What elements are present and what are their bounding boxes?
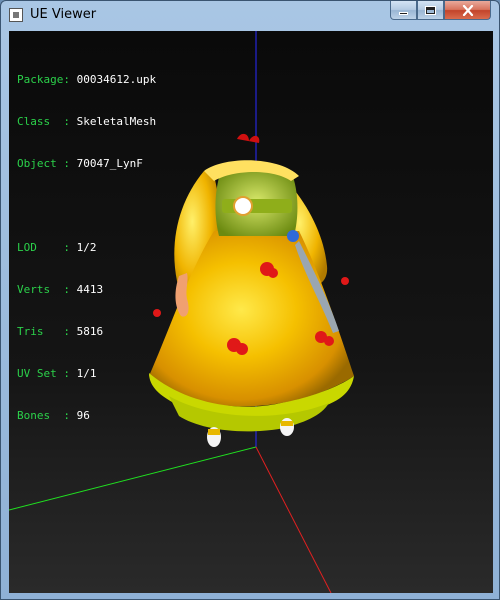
info-row-bones: Bones : 96 xyxy=(17,409,156,423)
info-separator: : xyxy=(56,367,77,380)
info-label: Package xyxy=(17,73,64,86)
info-separator: : xyxy=(50,115,77,128)
info-separator: : xyxy=(36,241,77,254)
app-icon[interactable] xyxy=(9,8,23,22)
info-row-lod: LOD : 1/2 xyxy=(17,241,156,255)
info-label: Class xyxy=(17,115,51,128)
info-value: SkeletalMesh xyxy=(76,115,157,128)
info-row-object: Object : 70047_LynF xyxy=(17,157,156,171)
info-label: LOD xyxy=(17,241,37,254)
info-spacer xyxy=(17,199,156,213)
window-title: UE Viewer xyxy=(30,7,97,22)
info-value: 5816 xyxy=(76,325,104,338)
info-value: 4413 xyxy=(76,283,104,296)
info-label: Object xyxy=(17,157,57,170)
info-label: UV Set xyxy=(17,367,57,380)
maximize-button[interactable] xyxy=(417,1,444,20)
app-window: UE Viewer Package: 00034612.upk Class: … xyxy=(0,0,500,600)
y-axis xyxy=(9,446,257,511)
info-separator: : xyxy=(50,409,77,422)
info-separator: : xyxy=(43,325,77,338)
close-icon xyxy=(462,4,473,16)
info-value: 00034612.upk xyxy=(76,73,157,86)
info-label: Bones xyxy=(17,409,51,422)
info-row-uvset: UV Set : 1/1 xyxy=(17,367,156,381)
character-model xyxy=(149,133,354,447)
info-value: 70047_LynF xyxy=(76,157,143,170)
mesh-info-panel: Package: 00034612.upk Class : SkeletalMe… xyxy=(17,45,156,451)
info-value: 96 xyxy=(76,409,90,422)
info-value: 1/1 xyxy=(76,367,97,380)
x-axis xyxy=(255,446,332,593)
info-separator: : xyxy=(56,157,77,170)
close-button[interactable] xyxy=(444,1,491,20)
info-row-verts: Verts : 4413 xyxy=(17,283,156,297)
3d-viewport[interactable]: Package: 00034612.upk Class : SkeletalMe… xyxy=(9,31,493,593)
info-row-package: Package: 00034612.upk xyxy=(17,73,156,87)
info-row-class: Class : SkeletalMesh xyxy=(17,115,156,129)
maximize-icon xyxy=(426,6,435,14)
info-value: 1/2 xyxy=(76,241,97,254)
minimize-icon xyxy=(399,11,408,15)
info-label: Tris xyxy=(17,325,44,338)
title-bar[interactable]: UE Viewer xyxy=(1,1,499,31)
info-separator: : xyxy=(63,73,77,86)
minimize-button[interactable] xyxy=(390,1,417,20)
info-separator: : xyxy=(50,283,77,296)
info-row-tris: Tris : 5816 xyxy=(17,325,156,339)
info-label: Verts xyxy=(17,283,51,296)
